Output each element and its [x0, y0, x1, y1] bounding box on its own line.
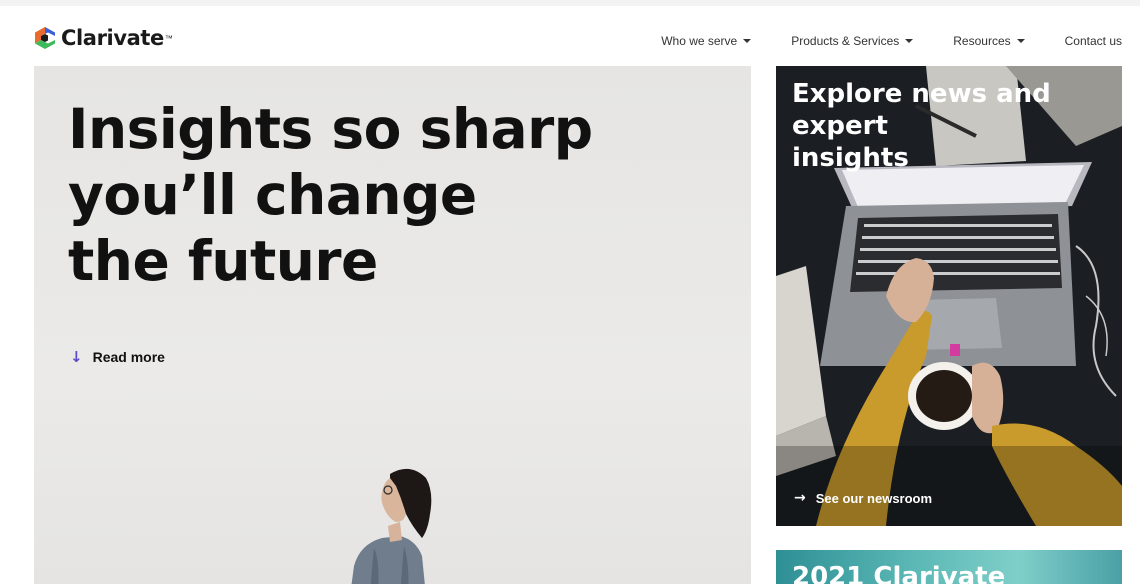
news-card-title-line: Explore news and expert: [792, 79, 1051, 141]
hero-title: Insights so sharp you’ll change the futu…: [68, 96, 593, 294]
nav-who-we-serve[interactable]: Who we serve: [661, 34, 752, 48]
second-card-title: 2021 Clarivate: [792, 562, 1006, 584]
logo-trademark: ™: [164, 33, 173, 43]
main-nav: Who we serve Products & Services Resourc…: [661, 34, 1122, 48]
read-more-link[interactable]: ↓ Read more: [70, 348, 165, 366]
woman-looking-up-image: [351, 468, 432, 584]
caret-down-icon: [1016, 39, 1025, 43]
hero-title-line: Insights so sharp: [68, 97, 593, 161]
news-card[interactable]: Explore news and expert insights → See o…: [776, 66, 1122, 526]
hero-title-line: the future: [68, 229, 378, 293]
hero-title-line: you’ll change: [68, 163, 477, 227]
arrow-right-icon: →: [794, 490, 806, 506]
nav-contact-us-label: Contact us: [1064, 34, 1122, 48]
homepage: Clarivate ™ Who we serve Products & Servi…: [0, 0, 1140, 584]
see-newsroom-label: See our newsroom: [815, 490, 933, 506]
arrow-down-icon: ↓: [70, 348, 83, 366]
second-card[interactable]: 2021 Clarivate: [776, 550, 1122, 584]
clarivate-logo-icon: [35, 27, 55, 49]
hero-banner: Insights so sharp you’ll change the futu…: [34, 66, 751, 584]
clarivate-logo[interactable]: Clarivate ™: [34, 26, 173, 50]
nav-resources-label: Resources: [953, 34, 1011, 48]
nav-who-we-serve-label: Who we serve: [661, 34, 738, 48]
caret-down-icon: [905, 39, 914, 43]
nav-contact-us[interactable]: Contact us: [1065, 34, 1122, 48]
news-card-title-line: insights: [792, 143, 909, 173]
caret-down-icon: [743, 39, 752, 43]
nav-products-services-label: Products & Services: [791, 34, 900, 48]
see-newsroom-link[interactable]: → See our newsroom: [794, 490, 932, 506]
nav-products-services[interactable]: Products & Services: [791, 34, 914, 48]
news-card-title: Explore news and expert insights: [792, 78, 1122, 174]
logo-wordmark: Clarivate: [61, 26, 164, 50]
nav-resources[interactable]: Resources: [953, 34, 1025, 48]
site-header: Clarivate ™ Who we serve Products & Servi…: [0, 0, 1140, 66]
read-more-label: Read more: [92, 349, 165, 365]
